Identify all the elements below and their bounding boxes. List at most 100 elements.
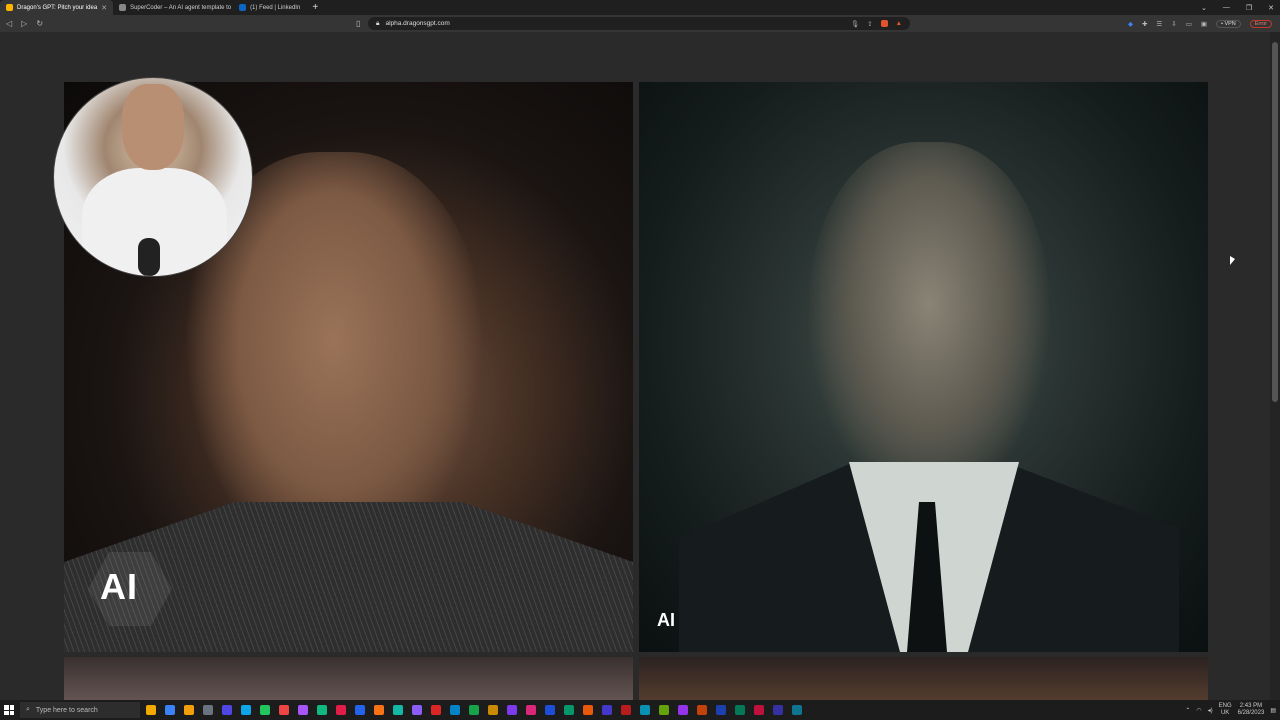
vpn-button[interactable]: • VPN — [1216, 19, 1241, 28]
ai-badge: AI — [657, 610, 675, 630]
tab-title: SuperCoder – An AI agent template to — [130, 4, 232, 11]
page-content: AI AI — [0, 32, 1270, 700]
taskbar-app-icon[interactable] — [640, 705, 650, 715]
taskbar-app-icon[interactable] — [165, 705, 175, 715]
lock-icon: 🔒︎ — [376, 19, 380, 27]
taskbar-app-icon[interactable] — [393, 705, 403, 715]
taskbar-apps — [146, 705, 802, 715]
mic-icon[interactable]: 🎙︎ — [851, 20, 859, 28]
taskbar-app-icon[interactable] — [792, 705, 802, 715]
close-icon[interactable]: ✕ — [101, 4, 107, 12]
taskbar-app-icon[interactable] — [469, 705, 479, 715]
taskbar-app-icon[interactable] — [507, 705, 517, 715]
browser-tab-bar: Dragon's GPT: Pitch your idea ✕ SuperCod… — [0, 0, 1280, 15]
mouse-cursor-icon — [1230, 256, 1235, 265]
taskbar-app-icon[interactable] — [735, 705, 745, 715]
ai-badge: AI — [100, 566, 138, 607]
windows-start-icon[interactable] — [4, 705, 14, 715]
taskbar-app-icon[interactable] — [773, 705, 783, 715]
reload-icon[interactable]: ↻ — [36, 19, 43, 28]
taskbar-app-icon[interactable] — [450, 705, 460, 715]
clock-date: 6/28/2023 — [1237, 710, 1265, 716]
ai-portrait-partial[interactable] — [639, 657, 1208, 700]
volume-icon[interactable]: ◂) — [1208, 707, 1213, 714]
new-tab-button[interactable]: + — [312, 2, 318, 13]
wallet-icon[interactable]: ▣ — [1201, 20, 1207, 28]
browser-toolbar: ◁ ▷ ↻ ▯ 🔒︎ alpha.dragonsgpt.com 🎙︎ ⇪ ▲ ◆… — [0, 15, 1280, 32]
toolbar-actions: ◆ ✚ ☰ ⇩ ▭ ▣ • VPN Error — [1128, 17, 1272, 30]
window-controls: ⌄ — ❐ ✕ — [1201, 0, 1274, 15]
taskbar-app-icon[interactable] — [203, 705, 213, 715]
taskbar-app-icon[interactable] — [583, 705, 593, 715]
webcam-person-head — [122, 84, 184, 170]
taskbar-app-icon[interactable] — [621, 705, 631, 715]
playlist-icon[interactable]: ☰ — [1156, 20, 1162, 28]
taskbar-app-icon[interactable] — [336, 705, 346, 715]
taskbar-app-icon[interactable] — [754, 705, 764, 715]
dragon-favicon-icon — [6, 4, 13, 11]
windows-taskbar: ⌕ Type here to search ⌃ ◠ ◂) ENG UK 2:43… — [0, 700, 1280, 720]
ai-portrait-partial[interactable] — [64, 657, 633, 700]
language-code: ENG — [1218, 703, 1232, 709]
search-placeholder: Type here to search — [35, 706, 98, 714]
taskbar-app-icon[interactable] — [279, 705, 289, 715]
tab-title: Dragon's GPT: Pitch your idea — [17, 4, 98, 11]
close-window-icon[interactable]: ✕ — [1268, 4, 1274, 12]
ai-portrait-suited-man[interactable]: AI — [639, 82, 1208, 652]
tab-dragons-gpt[interactable]: Dragon's GPT: Pitch your idea ✕ — [0, 0, 114, 15]
webcam-overlay — [53, 77, 253, 277]
microphone — [138, 238, 160, 276]
restore-icon[interactable]: ❐ — [1246, 4, 1252, 12]
minimize-icon[interactable]: — — [1223, 4, 1230, 11]
bookmark-icon[interactable]: ▯ — [356, 19, 360, 28]
taskbar-app-icon[interactable] — [697, 705, 707, 715]
clock[interactable]: 2:43 PM 6/28/2023 — [1238, 703, 1265, 717]
vertical-scrollbar[interactable] — [1270, 32, 1280, 700]
taskbar-app-icon[interactable] — [260, 705, 270, 715]
search-icon: ⌕ — [26, 706, 30, 713]
clock-time: 2:43 PM — [1239, 703, 1263, 709]
extension-icon[interactable]: ◆ — [1128, 20, 1133, 28]
share-icon[interactable]: ⇪ — [867, 20, 872, 28]
network-icon[interactable]: ◠ — [1196, 707, 1201, 714]
taskbar-search[interactable]: ⌕ Type here to search — [20, 702, 140, 718]
tray-chevron-icon[interactable]: ⌃ — [1185, 707, 1190, 714]
taskbar-app-icon[interactable] — [298, 705, 308, 715]
notification-icon[interactable]: ▤ — [1270, 707, 1276, 714]
back-icon[interactable]: ◁ — [6, 19, 12, 28]
error-button[interactable]: Error — [1249, 19, 1272, 28]
tab-title: (1) Feed | LinkedIn — [250, 4, 301, 11]
taskbar-app-icon[interactable] — [222, 705, 232, 715]
tab-supercoder[interactable]: SuperCoder – An AI agent template to — [113, 0, 233, 15]
taskbar-app-icon[interactable] — [602, 705, 612, 715]
taskbar-app-icon[interactable] — [526, 705, 536, 715]
language-indicator[interactable]: ENG UK — [1219, 703, 1232, 717]
taskbar-app-icon[interactable] — [184, 705, 194, 715]
region-code: UK — [1220, 710, 1230, 716]
taskbar-app-icon[interactable] — [564, 705, 574, 715]
taskbar-app-icon[interactable] — [355, 705, 365, 715]
taskbar-app-icon[interactable] — [659, 705, 669, 715]
taskbar-app-icon[interactable] — [146, 705, 156, 715]
supercoder-favicon-icon — [119, 4, 127, 11]
taskbar-app-icon[interactable] — [678, 705, 688, 715]
forward-icon[interactable]: ▷ — [21, 19, 27, 28]
download-icon[interactable]: ⇩ — [1171, 20, 1176, 28]
brave-rewards-icon[interactable]: ▲ — [896, 20, 902, 28]
address-bar[interactable]: 🔒︎ alpha.dragonsgpt.com 🎙︎ ⇪ ▲ — [368, 17, 910, 30]
tab-linkedin[interactable]: (1) Feed | LinkedIn — [233, 0, 306, 15]
sidebar-icon[interactable]: ▭ — [1186, 20, 1192, 28]
taskbar-app-icon[interactable] — [317, 705, 327, 715]
brave-shield-icon[interactable] — [880, 19, 888, 27]
taskbar-app-icon[interactable] — [545, 705, 555, 715]
taskbar-app-icon[interactable] — [488, 705, 498, 715]
taskbar-app-icon[interactable] — [431, 705, 441, 715]
taskbar-app-icon[interactable] — [241, 705, 251, 715]
system-tray: ⌃ ◠ ◂) ENG UK 2:43 PM 6/28/2023 ▤ — [1185, 703, 1276, 717]
taskbar-app-icon[interactable] — [412, 705, 422, 715]
scrollbar-thumb[interactable] — [1272, 42, 1278, 402]
puzzle-icon[interactable]: ✚ — [1142, 20, 1147, 28]
tab-list-chevron-icon[interactable]: ⌄ — [1201, 4, 1207, 12]
taskbar-app-icon[interactable] — [716, 705, 726, 715]
taskbar-app-icon[interactable] — [374, 705, 384, 715]
